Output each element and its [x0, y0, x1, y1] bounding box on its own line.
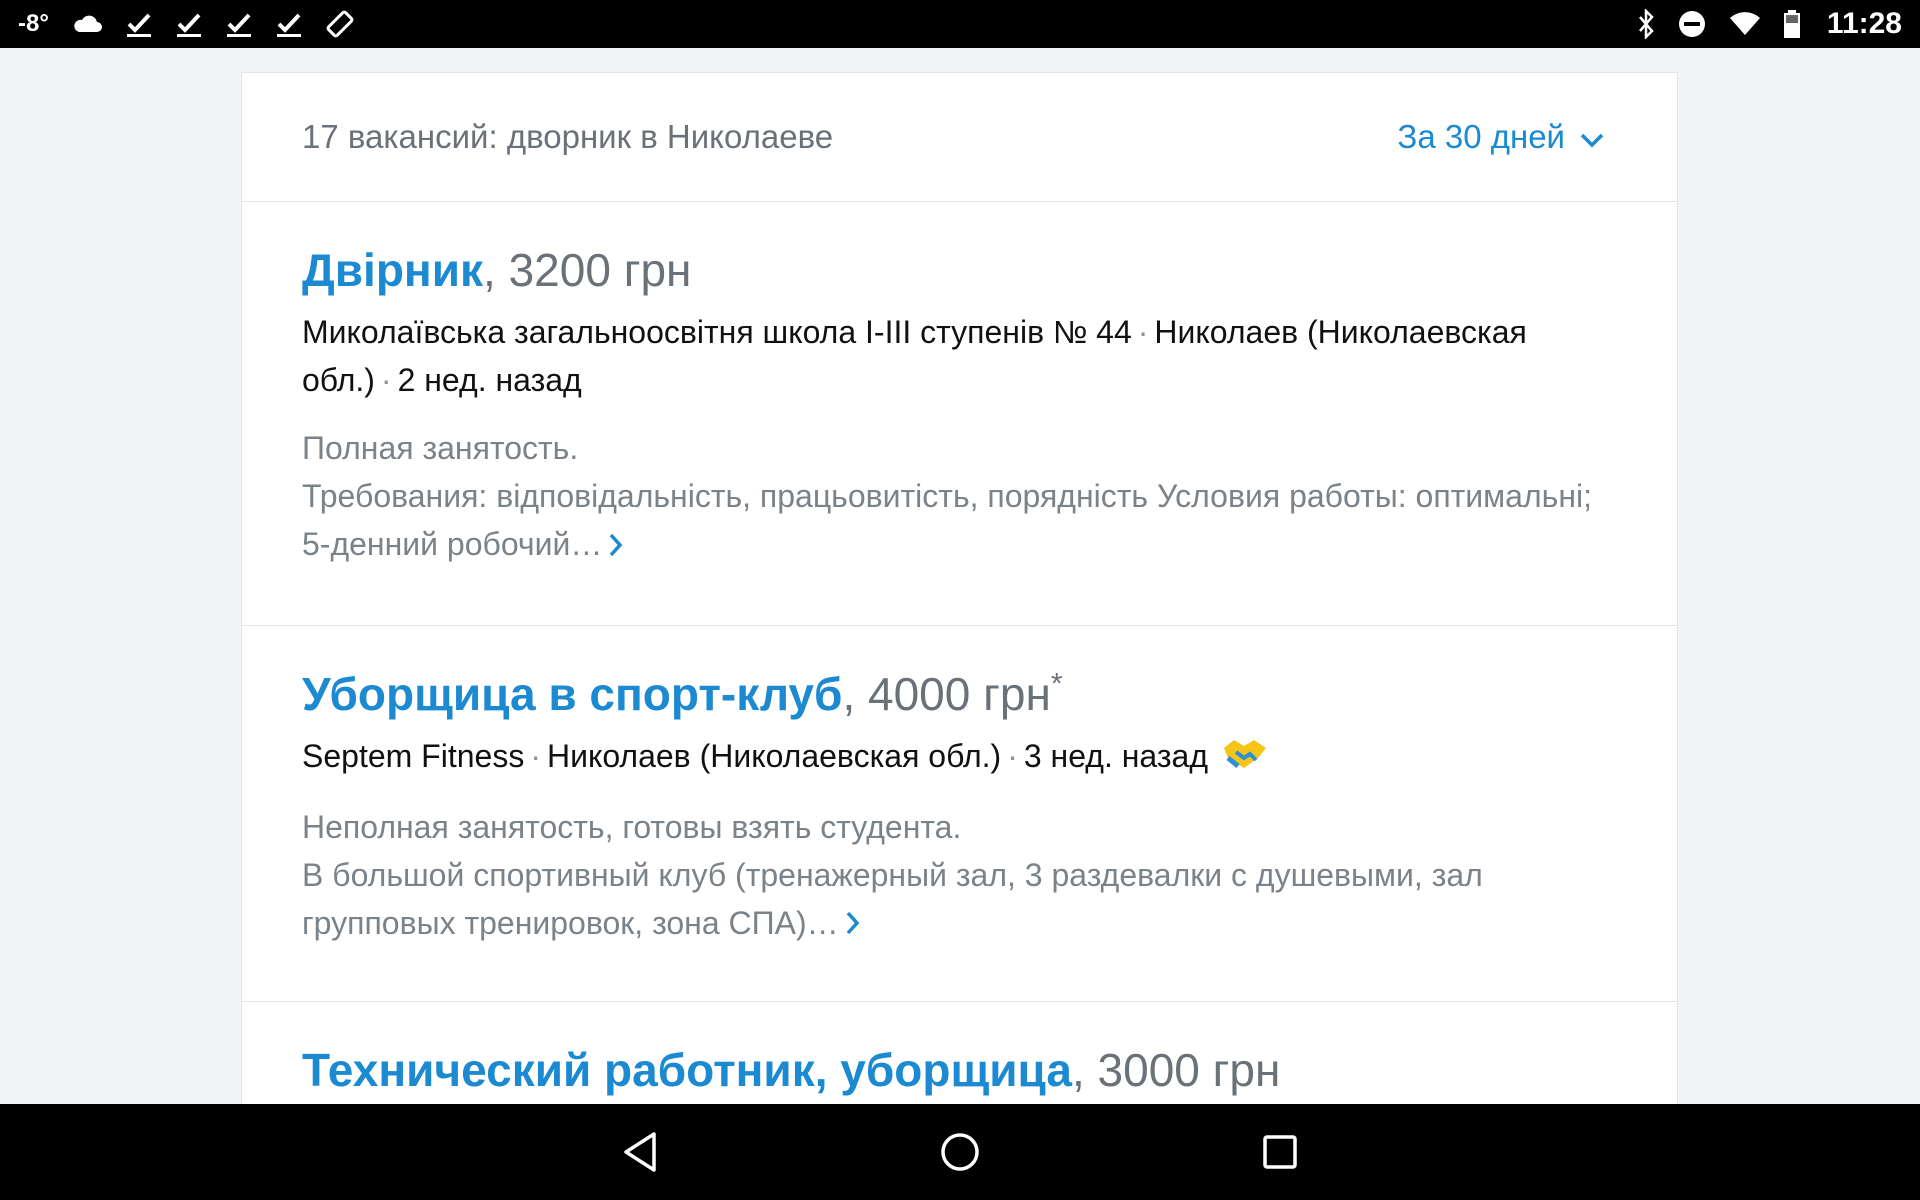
vacancy-snippet-line: Требования: відповідальність, працьовиті… — [302, 472, 1617, 571]
check-icon — [125, 10, 153, 38]
vacancy-salary: , 3000 грн — [1071, 1044, 1281, 1096]
vacancy-title-line: Уборщица в спорт-клуб, 4000 грн* — [302, 666, 1617, 722]
temperature-label: -8° — [18, 10, 49, 37]
vacancy-title-line: Технический работник, уборщица, 3000 грн — [302, 1042, 1617, 1098]
bluetooth-icon — [1637, 9, 1655, 39]
check-icon — [275, 10, 303, 38]
vacancy-title-link[interactable]: Технический работник, уборщица — [302, 1044, 1072, 1096]
salary-asterisk: * — [1050, 667, 1063, 701]
status-bar: -8° 11:28 — [0, 0, 1920, 48]
vacancy-employment: Полная занятость. — [302, 430, 579, 466]
main-content[interactable]: 17 вакансий: дворник в Николаеве За 30 д… — [0, 48, 1920, 1104]
chevron-right-icon[interactable] — [608, 523, 624, 571]
vacancy-title-link[interactable]: Двірник — [302, 244, 483, 296]
vacancy-posted: 2 нед. назад — [397, 362, 582, 398]
results-header: 17 вакансий: дворник в Николаеве За 30 д… — [242, 73, 1677, 202]
cloud-icon — [71, 14, 103, 34]
period-filter-dropdown[interactable]: За 30 дней — [1397, 118, 1605, 156]
vacancy-item[interactable]: Уборщица в спорт-клуб, 4000 грн* Septem … — [242, 626, 1677, 1002]
separator-dot: · — [1137, 314, 1149, 350]
separator-dot: · — [530, 738, 541, 774]
vacancy-item[interactable]: Двірник, 3200 грн Миколаївська загальноо… — [242, 202, 1677, 626]
vacancy-posted: 3 нед. назад — [1023, 738, 1208, 774]
chevron-right-icon[interactable] — [845, 901, 861, 949]
vacancy-salary: , 4000 грн — [842, 668, 1051, 720]
chevron-down-icon — [1579, 118, 1605, 156]
home-button[interactable] — [930, 1122, 990, 1182]
clock: 11:28 — [1826, 7, 1902, 40]
handshake-icon — [1222, 735, 1268, 783]
check-icon — [175, 10, 203, 38]
vacancy-location: Николаев (Николаевская обл.) — [546, 738, 1002, 774]
results-count: 17 вакансий: дворник в Николаеве — [302, 118, 834, 155]
check-icon — [225, 10, 253, 38]
vacancy-meta: Septem Fitness · Николаев (Николаевская об… — [302, 732, 1617, 783]
vacancy-employment: Неполная занятость, готовы взять студент… — [302, 808, 962, 845]
vacancy-snippet: В большой спортивный клуб (тренажерный з… — [302, 856, 1483, 941]
period-filter-label: За 30 дней — [1397, 118, 1565, 155]
battery-icon — [1783, 9, 1801, 39]
vacancy-title-link[interactable]: Уборщица в спорт-клуб — [302, 668, 842, 720]
vacancy-title-line: Двірник, 3200 грн — [302, 242, 1617, 298]
navigation-bar — [0, 1104, 1920, 1200]
back-button[interactable] — [610, 1122, 670, 1182]
screen-rotation-icon — [325, 9, 355, 39]
status-left: -8° — [18, 9, 355, 39]
vacancy-snippet-line: В большой спортивный клуб (тренажерный з… — [302, 851, 1617, 950]
separator-dot: · — [1007, 738, 1018, 774]
status-right: 11:28 — [1637, 7, 1902, 41]
vacancy-meta: Миколаївська загальноосвітня школа І-ІІІ… — [302, 308, 1617, 404]
vacancy-description: Полная занятость. Требования: відповідал… — [302, 424, 1617, 571]
vacancy-company: Septem Fitness — [302, 738, 525, 774]
do-not-disturb-icon — [1677, 9, 1707, 39]
wifi-icon — [1729, 11, 1761, 37]
separator-dot: · — [380, 362, 392, 398]
vacancy-salary: , 3200 грн — [483, 244, 692, 296]
results-card: 17 вакансий: дворник в Николаеве За 30 д… — [241, 72, 1678, 1104]
vacancy-snippet: Требования: відповідальність, працьовиті… — [302, 478, 1592, 562]
recents-button[interactable] — [1250, 1122, 1310, 1182]
vacancy-company: Миколаївська загальноосвітня школа І-ІІІ… — [302, 314, 1132, 350]
vacancy-description: Неполная занятость, готовы взять студент… — [302, 803, 1617, 950]
vacancy-item[interactable]: Технический работник, уборщица, 3000 грн — [242, 1002, 1677, 1104]
